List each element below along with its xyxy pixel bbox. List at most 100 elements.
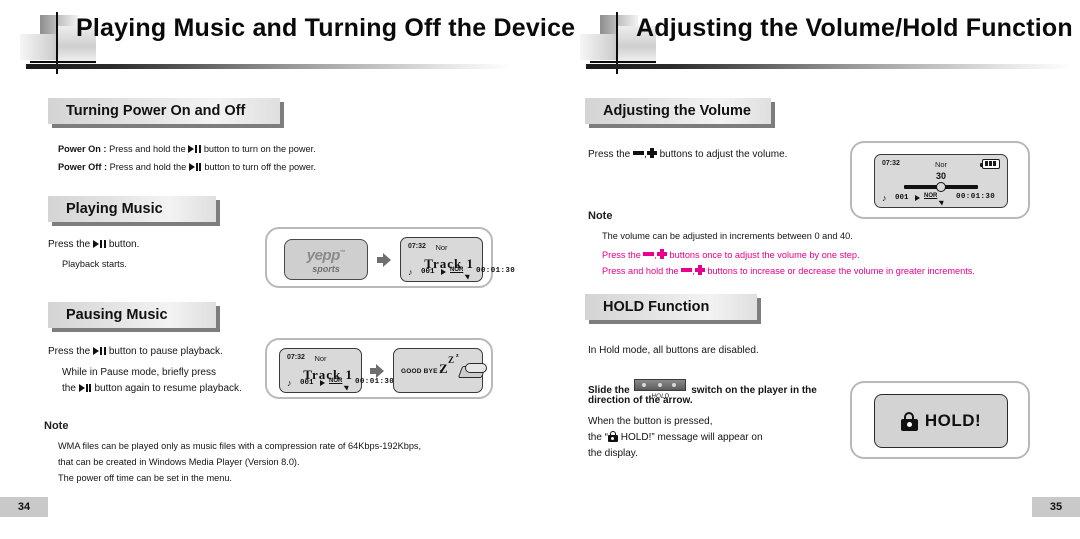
hold-screen-label: HOLD! <box>924 411 982 430</box>
playing-line1-b: button. <box>108 239 140 250</box>
power-off-text-b: button to turn off the power. <box>204 162 317 172</box>
plus-button-icon <box>656 249 667 259</box>
plus-button-icon <box>694 265 705 275</box>
hold-msg2-a: the “ <box>588 432 609 443</box>
lcd-track-number: 001 <box>300 379 314 387</box>
lcd-time: 07:32 <box>882 160 900 167</box>
note-right-line2-b: buttons once to adjust the volume by one… <box>669 250 860 260</box>
page-title: Adjusting the Volume/Hold Function <box>636 14 1073 42</box>
hold-line1: In Hold mode, all buttons are disabled. <box>588 345 759 356</box>
lcd-volume-knob <box>936 182 946 192</box>
arrow-right-icon <box>377 253 391 267</box>
goodbye-text: GOOD BYE ~ <box>401 368 444 375</box>
lcd-repeat-mode: NOR <box>450 267 464 273</box>
note-right-line3-b: buttons to increase or decrease the volu… <box>707 266 975 276</box>
illustration-volume: 07:32 Nor 30 ♪ 001 NOR 00:01:30 <box>850 141 1030 219</box>
lcd-repeat-mode: NOR <box>329 378 343 384</box>
note-line-left-1: WMA files can be played only as music fi… <box>58 441 422 451</box>
minus-button-icon <box>633 151 645 155</box>
goodbye-z-small: z <box>456 353 459 359</box>
hold-slide-line2: direction of the arrow. <box>588 395 693 406</box>
lcd-play-icon <box>320 380 325 386</box>
playing-instruction-line2: Playback starts. <box>62 259 127 269</box>
power-off-label: Power Off : <box>58 162 108 172</box>
note-right-line3: Press and hold the , buttons to increase… <box>602 265 975 279</box>
sleeping-device-icon <box>457 363 487 378</box>
pausing-instruction-line2: While in Pause mode, briefly press <box>62 367 216 378</box>
lcd-time: 07:32 <box>408 243 426 250</box>
lcd-display-volume: 07:32 Nor 30 ♪ 001 NOR 00:01:30 <box>874 154 1008 208</box>
lcd-mode: Nor <box>934 160 948 169</box>
hold-msg2: the “ HOLD!” message will appear on <box>588 431 763 445</box>
pausing-instruction-line3: the button again to resume playback. <box>62 382 242 396</box>
lcd-play-icon <box>915 195 920 201</box>
lcd-display-pausing: 07:32 Nor Track 1 ♪ 001 NOR 00:01:30 <box>279 348 394 393</box>
hold-msg3: the display. <box>588 448 638 459</box>
note-right-line1: The volume can be adjusted in increments… <box>602 231 853 241</box>
play-pause-icon <box>188 145 201 153</box>
lcd-elapsed-time: 00:01:30 <box>476 267 516 275</box>
power-on-text-a: Press and hold the <box>109 144 186 154</box>
pausing-line1-b: button to pause playback. <box>108 346 223 357</box>
lcd-repeat-arrow-icon <box>938 198 946 206</box>
arrow-right-icon <box>370 364 384 378</box>
lcd-volume-bar <box>904 182 978 192</box>
section-heading-hold: HOLD Function <box>585 294 761 324</box>
yepp-logo-text: yepp™ <box>306 247 346 264</box>
music-note-icon: ♪ <box>882 193 887 203</box>
note-right-line3-a: Press and hold the <box>602 266 679 276</box>
music-note-icon: ♪ <box>287 378 292 388</box>
plus-button-icon <box>646 148 657 158</box>
lcd-repeat-arrow-icon <box>343 383 351 391</box>
volume-line-a: Press the <box>588 149 631 160</box>
volume-instruction: Press the , buttons to adjust the volume… <box>588 148 787 162</box>
page-number-left: 34 <box>0 497 48 517</box>
lock-icon <box>608 431 619 442</box>
header-rule <box>26 64 512 69</box>
pausing-line3-a: the <box>62 383 76 394</box>
goodbye-z-large: Z <box>439 361 448 376</box>
power-on-label: Power On : <box>58 144 107 154</box>
hold-msg1: When the button is pressed, <box>588 416 713 427</box>
section-heading-hold-label: HOLD Function <box>603 299 710 315</box>
section-heading-power-label: Turning Power On and Off <box>66 103 246 119</box>
page-title: Playing Music and Turning Off the Device <box>76 14 576 42</box>
section-heading-volume-label: Adjusting the Volume <box>603 103 751 119</box>
lcd-mode: Nor <box>435 243 448 252</box>
play-pause-icon <box>188 163 202 171</box>
power-on-line: Power On : Press and hold the button to … <box>58 143 316 157</box>
lcd-repeat-mode: NOR <box>924 193 938 199</box>
illustration-pausing: 07:32 Nor Track 1 ♪ 001 NOR 00:01:30 GOO… <box>265 338 493 399</box>
section-heading-playing-label: Playing Music <box>66 201 163 217</box>
section-heading-pausing-label: Pausing Music <box>66 307 168 323</box>
music-note-icon: ♪ <box>408 267 413 277</box>
power-on-text-b: button to turn on the power. <box>203 144 316 154</box>
volume-line-b: buttons to adjust the volume. <box>659 149 788 160</box>
lcd-volume-value: 30 <box>935 171 946 181</box>
lock-icon <box>900 411 918 431</box>
play-pause-icon <box>78 384 92 392</box>
goodbye-screen: GOOD BYE ~ Z Z z <box>393 348 487 393</box>
pausing-line3-b: button again to resume playback. <box>94 383 242 394</box>
lcd-time: 07:32 <box>287 354 305 361</box>
section-heading-pausing: Pausing Music <box>48 302 220 332</box>
pausing-instruction-line1: Press the button to pause playback. <box>48 345 223 359</box>
lcd-play-icon <box>441 269 446 275</box>
section-heading-volume: Adjusting the Volume <box>585 98 775 128</box>
play-pause-icon <box>93 347 106 355</box>
yepp-logo-box: yepp™ sports <box>284 239 368 280</box>
left-page: Playing Music and Turning Off the Device… <box>0 0 576 539</box>
goodbye-z-mid: Z <box>448 355 455 365</box>
power-off-line: Power Off : Press and hold the button to… <box>58 161 316 175</box>
section-heading-power: Turning Power On and Off <box>48 98 284 128</box>
illustration-hold: HOLD! <box>850 381 1030 459</box>
note-line-left-2: that can be created in Windows Media Pla… <box>58 457 300 467</box>
left-page-header: Playing Music and Turning Off the Device <box>18 12 576 74</box>
hold-slide-b: switch on the player in the <box>691 385 817 396</box>
hold-screen: HOLD! <box>874 394 1008 448</box>
play-pause-icon <box>93 240 106 248</box>
playing-instruction-line1: Press the button. <box>48 238 139 252</box>
right-page-header: Adjusting the Volume/Hold Function <box>578 12 1078 74</box>
note-line-left-3: The power off time can be set in the men… <box>58 473 232 483</box>
right-page: Adjusting the Volume/Hold Function Adjus… <box>540 0 1080 539</box>
